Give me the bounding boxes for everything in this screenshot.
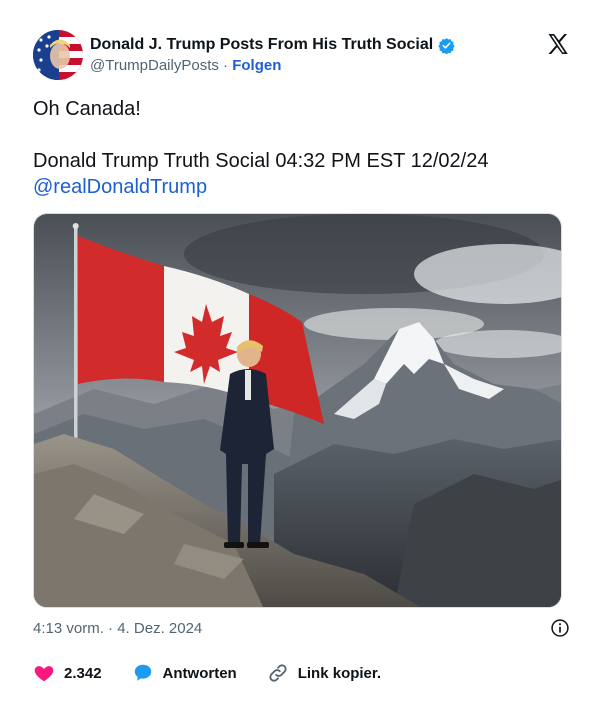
- like-count: 2.342: [64, 664, 102, 682]
- meta-separator: ·: [108, 620, 114, 637]
- mention-link[interactable]: @realDonaldTrump: [33, 174, 570, 200]
- reply-label: Antworten: [162, 664, 237, 682]
- tweet-date[interactable]: 4. Dez. 2024: [117, 620, 202, 637]
- link-icon: [269, 664, 287, 682]
- copy-link-label: Link kopier.: [297, 664, 382, 682]
- author-name-row: Donald J. Trump Posts From His Truth Soc…: [90, 36, 455, 54]
- tweet-text-line-1: Oh Canada!: [33, 98, 141, 120]
- reply-bubble-icon: [134, 664, 151, 681]
- tweet-time[interactable]: 4:13 vorm.: [33, 620, 104, 637]
- like-button[interactable]: 2.342: [33, 662, 102, 684]
- author-name[interactable]: Donald J. Trump Posts From His Truth Soc…: [90, 36, 433, 54]
- reply-button[interactable]: Antworten: [132, 662, 237, 684]
- mountain-flag-illustration: [34, 214, 561, 607]
- action-bar: 2.342 Antworten Link kopier.: [33, 662, 570, 684]
- tweet-meta: 4:13 vorm. · 4. Dez. 2024: [33, 618, 570, 638]
- follow-button[interactable]: Folgen: [232, 57, 281, 74]
- verified-badge-icon: [438, 37, 455, 54]
- tweet-embed-card: Donald J. Trump Posts From His Truth Soc…: [0, 0, 600, 707]
- x-logo-icon[interactable]: [546, 32, 570, 56]
- handle-separator: ·: [223, 57, 229, 74]
- author-block: Donald J. Trump Posts From His Truth Soc…: [90, 36, 455, 74]
- info-icon[interactable]: [550, 618, 570, 638]
- author-handle[interactable]: @TrumpDailyPosts: [90, 57, 219, 74]
- tweet-text-line-2: Donald Trump Truth Social 04:32 PM EST 1…: [33, 150, 489, 172]
- avatar[interactable]: [33, 30, 83, 80]
- handle-row: @TrumpDailyPosts · Folgen: [90, 57, 455, 74]
- copy-link-button[interactable]: Link kopier.: [267, 662, 381, 684]
- heart-icon: [34, 666, 54, 682]
- tweet-header: Donald J. Trump Posts From His Truth Soc…: [33, 30, 570, 82]
- tweet-image[interactable]: [33, 213, 562, 608]
- tweet-text: Oh Canada! Donald Trump Truth Social 04:…: [33, 96, 570, 200]
- avatar-image: [33, 30, 83, 80]
